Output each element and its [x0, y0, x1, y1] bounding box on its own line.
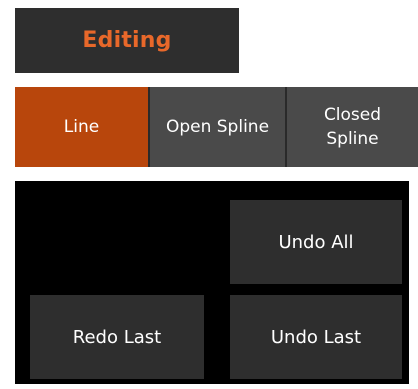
redo-last-label: Redo Last [72, 326, 162, 348]
undo-all-label: Undo All [278, 231, 354, 253]
editing-page: Editing Line Open Spline Closed Spline U… [0, 0, 418, 389]
mode-open-spline-button[interactable]: Open Spline [148, 87, 285, 167]
undo-all-button[interactable]: Undo All [230, 200, 402, 284]
editing-header: Editing [15, 8, 239, 73]
redo-last-button[interactable]: Redo Last [30, 295, 204, 379]
actions-panel: Undo All Redo Last Undo Last [15, 181, 409, 384]
page-title: Editing [82, 28, 172, 53]
mode-closed-spline-button[interactable]: Closed Spline [285, 87, 418, 167]
mode-closed-spline-label: Closed Spline [323, 105, 382, 149]
mode-line-button[interactable]: Line [15, 87, 148, 167]
undo-last-button[interactable]: Undo Last [230, 295, 402, 379]
undo-last-label: Undo Last [270, 326, 362, 348]
mode-line-label: Line [63, 117, 100, 137]
mode-open-spline-label: Open Spline [165, 117, 270, 137]
mode-selector: Line Open Spline Closed Spline [15, 87, 418, 167]
